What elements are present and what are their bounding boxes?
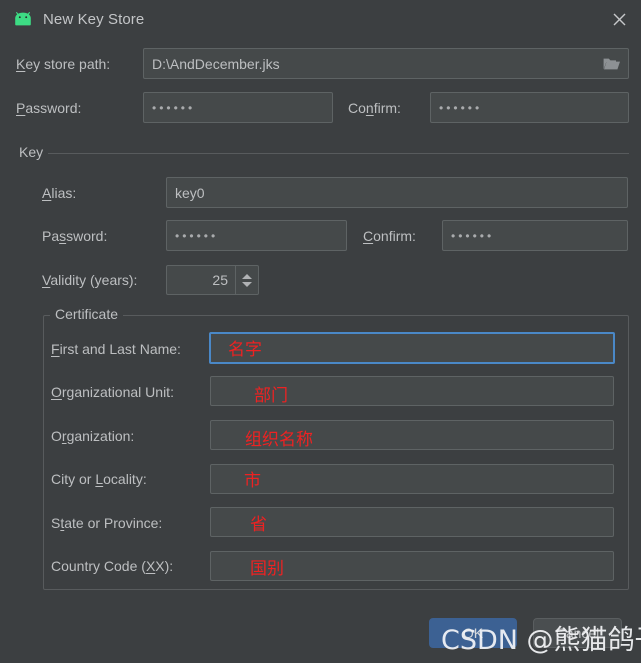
key-alias-value: key0 (175, 184, 205, 201)
cancel-button[interactable]: Cancel (533, 618, 622, 648)
key-validity-stepper[interactable]: 25 (166, 265, 259, 295)
key-confirm-input[interactable]: •••••• (442, 220, 628, 251)
cert-country-code-input[interactable] (210, 551, 614, 581)
cert-city-locality-label: City or Locality: (51, 471, 147, 487)
key-alias-label: Alias: (42, 185, 77, 201)
cert-organization-label: Organization: (51, 428, 135, 444)
key-validity-label: Validity (years): (42, 272, 138, 288)
key-confirm-value: •••••• (451, 228, 495, 243)
key-store-path-input[interactable]: D:\AndDecember.jks (143, 48, 629, 79)
key-password-input[interactable]: •••••• (166, 220, 347, 251)
window-title: New Key Store (43, 10, 145, 28)
key-password-label: Password: (42, 228, 108, 244)
key-store-confirm-input[interactable]: •••••• (430, 92, 629, 123)
ok-button[interactable]: OK (429, 618, 517, 648)
key-group-title: Key (14, 144, 49, 160)
cert-state-province-label: State or Province: (51, 515, 163, 531)
key-store-path-value: D:\AndDecember.jks (152, 55, 280, 72)
close-icon[interactable] (605, 6, 633, 32)
cancel-button-label: Cancel (555, 625, 600, 641)
key-group-separator (16, 153, 629, 154)
ok-button-label: OK (462, 625, 484, 641)
title-bar: New Key Store (0, 0, 641, 38)
cert-organization-input[interactable] (210, 420, 614, 450)
key-password-value: •••••• (175, 228, 219, 243)
cert-country-code-label: Country Code (XX): (51, 558, 174, 574)
chevron-down-icon[interactable] (242, 281, 252, 287)
key-validity-value: 25 (212, 272, 228, 288)
cert-first-last-name-input[interactable] (209, 332, 615, 364)
key-store-password-input[interactable]: •••••• (143, 92, 333, 123)
key-store-password-label: Password: (16, 100, 82, 116)
android-icon (13, 9, 33, 29)
key-store-path-label: Key store path: (16, 56, 111, 72)
key-validity-arrows[interactable] (235, 266, 258, 294)
cert-organizational-unit-label: Organizational Unit: (51, 384, 174, 400)
key-store-password-value: •••••• (152, 100, 196, 115)
key-confirm-label: Confirm: (363, 228, 416, 244)
key-store-confirm-value: •••••• (439, 100, 483, 115)
cert-state-province-input[interactable] (210, 507, 614, 537)
key-store-confirm-label: Confirm: (348, 100, 401, 116)
certificate-group-title: Certificate (50, 306, 124, 322)
key-alias-input[interactable]: key0 (166, 177, 628, 208)
cert-city-locality-input[interactable] (210, 464, 614, 494)
cert-first-last-name-label: First and Last Name: (51, 341, 181, 357)
chevron-up-icon[interactable] (242, 273, 252, 279)
cert-organizational-unit-input[interactable] (210, 376, 614, 406)
folder-icon[interactable] (601, 55, 623, 73)
